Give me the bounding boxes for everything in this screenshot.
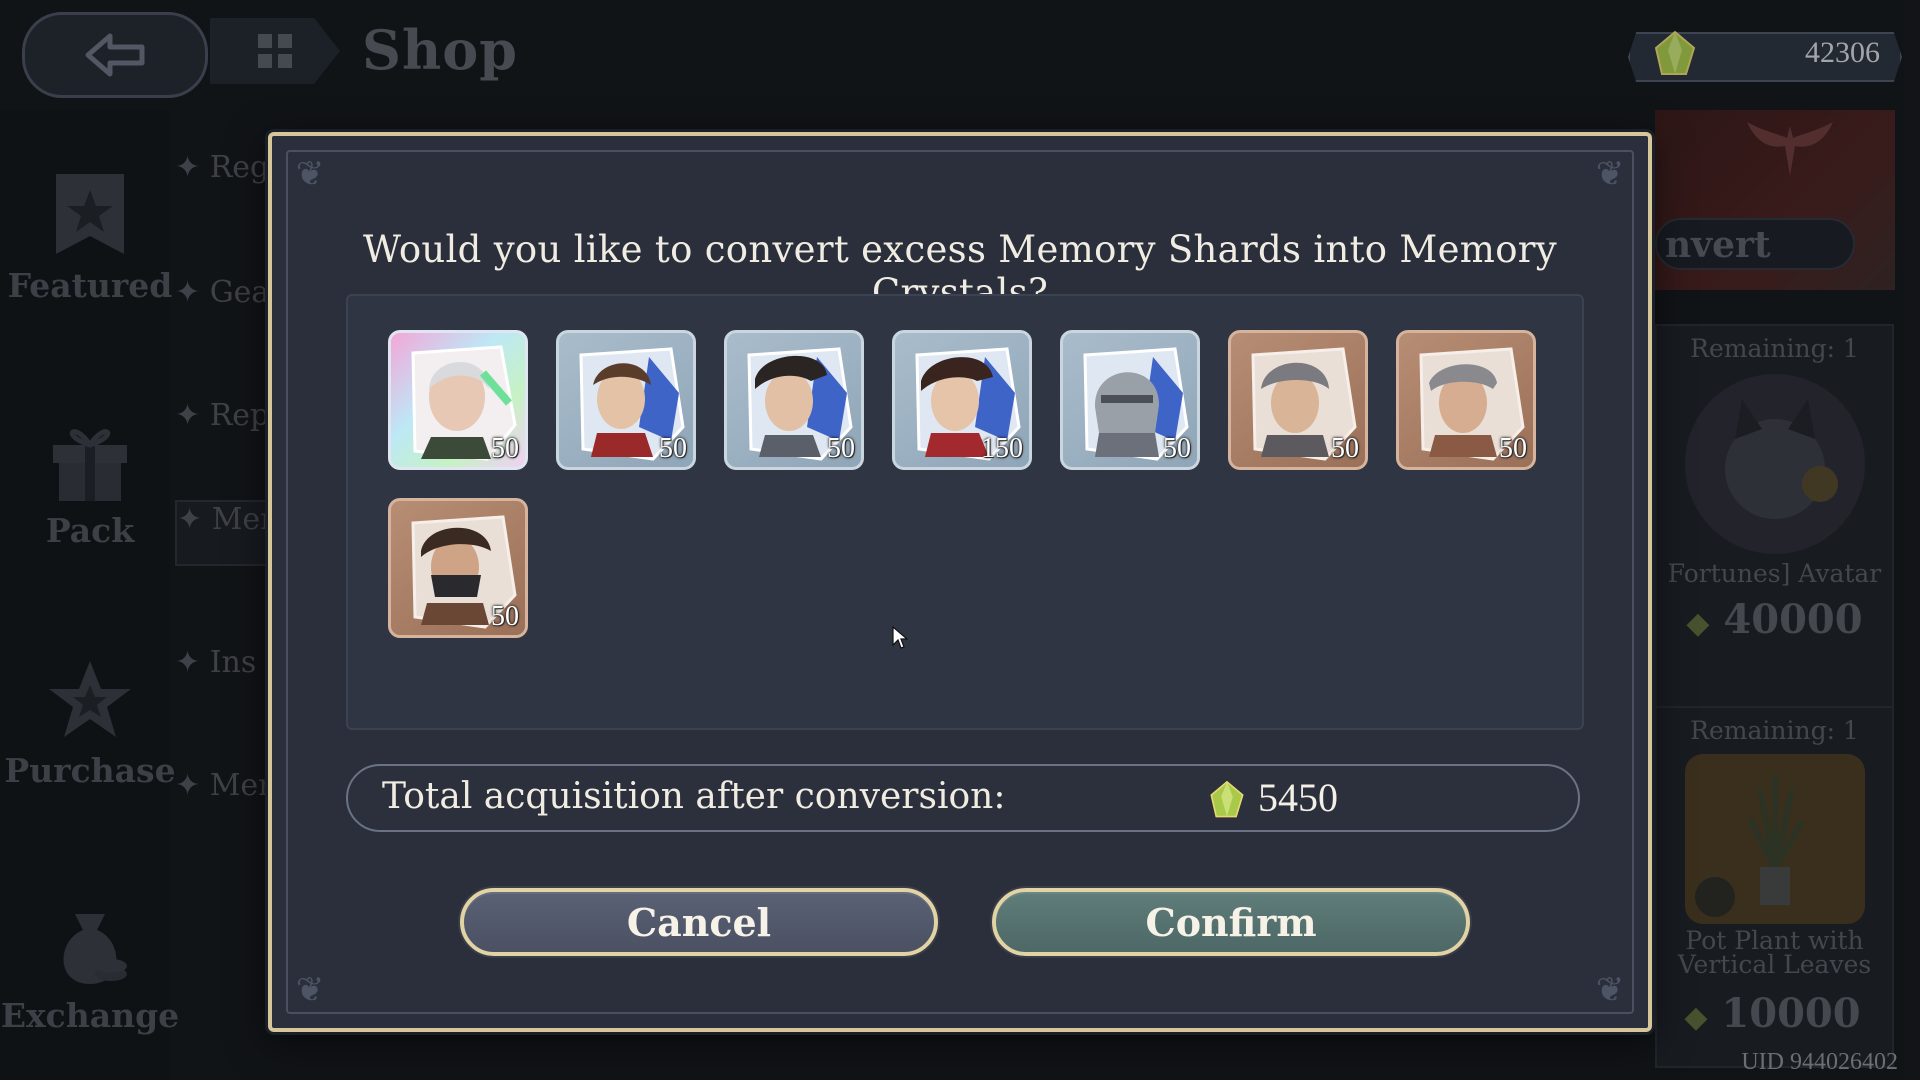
memory-shard-item[interactable]: 50 [1060, 330, 1200, 470]
total-acquisition-bar: Total acquisition after conversion: 5450 [346, 764, 1580, 832]
corner-ornament-icon: ❦ [1595, 154, 1625, 194]
shard-count: 50 [491, 601, 519, 632]
crystal-gem-icon [1210, 780, 1244, 818]
shard-count: 150 [981, 433, 1023, 464]
shard-count: 50 [659, 433, 687, 464]
memory-shard-item[interactable]: 50 [388, 498, 528, 638]
confirm-button-label: Confirm [1145, 899, 1317, 945]
memory-shard-item[interactable]: 150 [892, 330, 1032, 470]
memory-shard-item[interactable]: 50 [1228, 330, 1368, 470]
memory-shard-item[interactable]: 50 [1396, 330, 1536, 470]
shard-count: 50 [827, 433, 855, 464]
memory-shard-item[interactable]: 50 [724, 330, 864, 470]
shard-count: 50 [1163, 433, 1191, 464]
shard-list: 50 50 50 150 50 50 50 50 [346, 294, 1584, 730]
total-acquisition-label: Total acquisition after conversion: [382, 776, 1006, 817]
corner-ornament-icon: ❦ [295, 154, 325, 194]
corner-ornament-icon: ❦ [295, 970, 325, 1010]
memory-shard-item[interactable]: 50 [388, 330, 528, 470]
shard-count: 50 [1499, 433, 1527, 464]
cancel-button[interactable]: Cancel [460, 888, 938, 956]
convert-dialog: ❦ ❦ ❦ ❦ Would you like to convert excess… [268, 132, 1652, 1032]
confirm-button[interactable]: Confirm [992, 888, 1470, 956]
mouse-cursor-icon [892, 626, 908, 649]
total-acquisition-value: 5450 [1258, 775, 1338, 820]
cancel-button-label: Cancel [626, 899, 772, 945]
memory-shard-item[interactable]: 50 [556, 330, 696, 470]
shard-count: 50 [491, 433, 519, 464]
shard-count: 50 [1331, 433, 1359, 464]
corner-ornament-icon: ❦ [1595, 970, 1625, 1010]
